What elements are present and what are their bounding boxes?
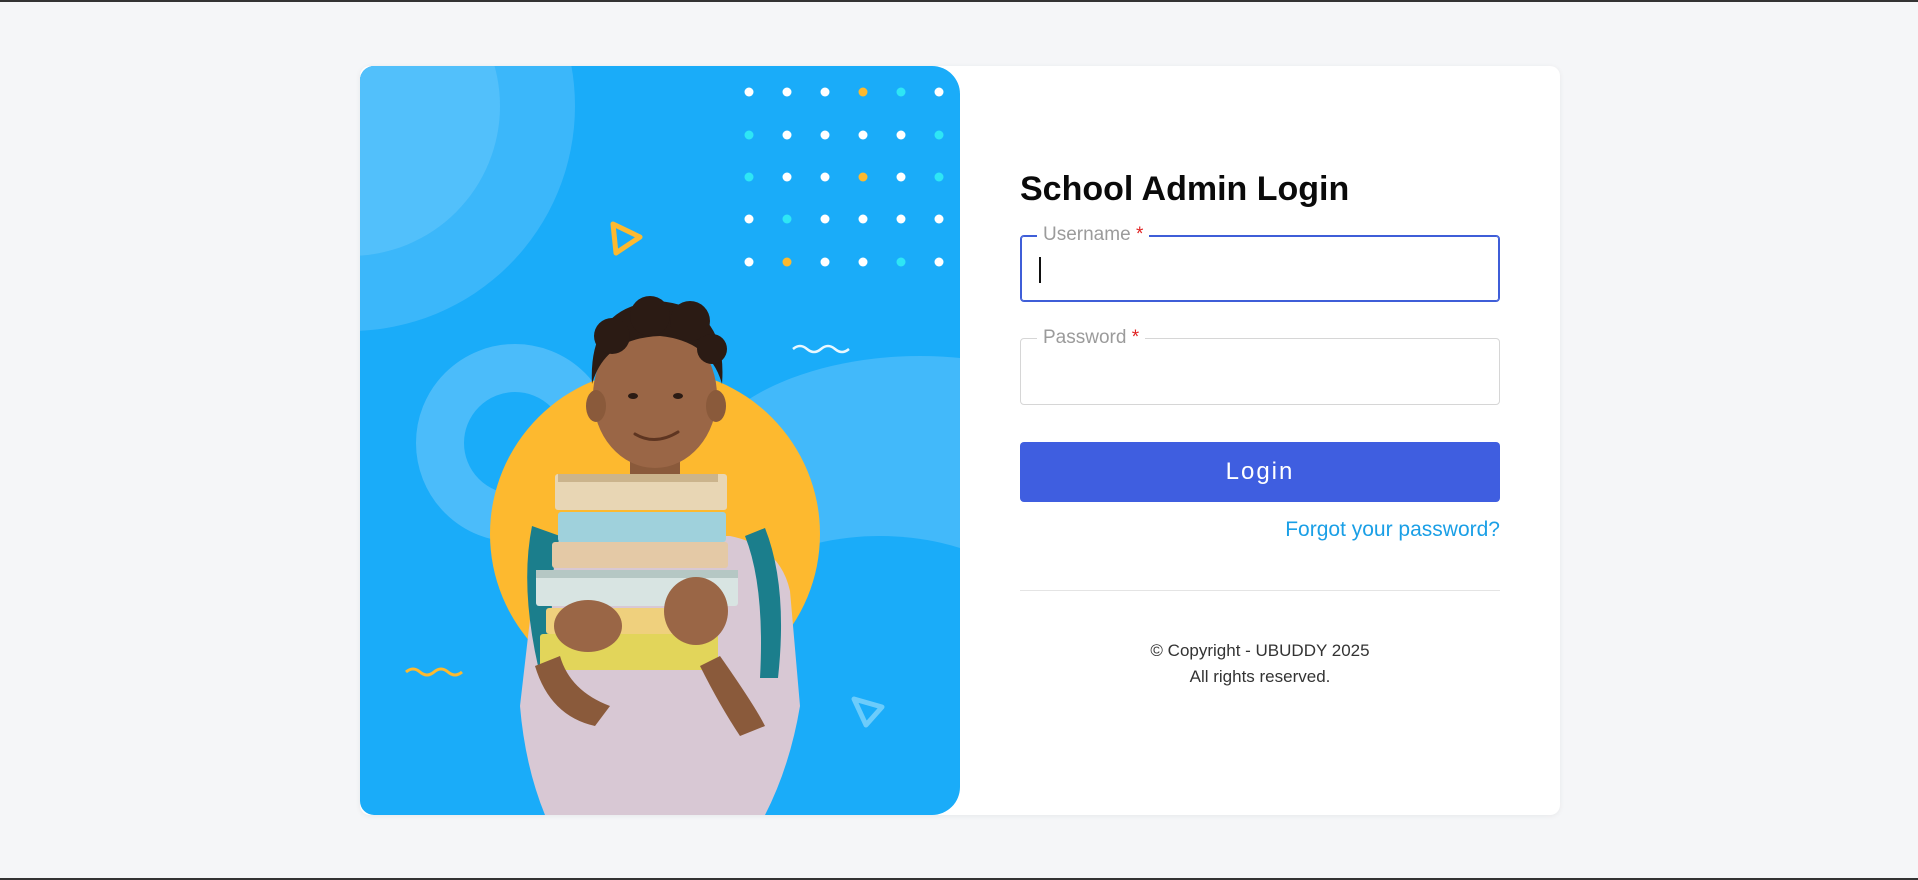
hero-panel bbox=[360, 66, 960, 815]
required-marker: * bbox=[1135, 224, 1144, 245]
decor-dot-grid bbox=[744, 87, 944, 267]
username-label-text: Username bbox=[1043, 224, 1131, 245]
username-field[interactable]: Username * bbox=[1020, 224, 1500, 302]
username-input[interactable] bbox=[1039, 252, 1483, 288]
decor-squiggle-yellow bbox=[405, 667, 463, 677]
password-label: Password * bbox=[1037, 327, 1146, 349]
username-label: Username * bbox=[1037, 224, 1150, 246]
decor-squiggle-white bbox=[792, 344, 850, 354]
decor-triangle-yellow bbox=[610, 221, 643, 256]
password-field[interactable]: Password * bbox=[1020, 327, 1500, 405]
text-cursor bbox=[1039, 257, 1041, 283]
page-title: School Admin Login bbox=[1020, 170, 1350, 208]
copyright: © Copyright - UBUDDY 2025 All rights res… bbox=[1020, 638, 1500, 690]
copyright-line: © Copyright - UBUDDY 2025 bbox=[1150, 641, 1370, 660]
hero-illustration bbox=[360, 66, 960, 815]
login-card: School Admin Login Username * Password *… bbox=[360, 66, 1560, 815]
window-top-border bbox=[0, 0, 1918, 2]
password-input[interactable] bbox=[1039, 355, 1483, 391]
forgot-password-link[interactable]: Forgot your password? bbox=[1285, 518, 1500, 542]
required-marker: * bbox=[1131, 327, 1140, 348]
password-label-text: Password bbox=[1043, 327, 1127, 348]
login-button[interactable]: Login bbox=[1020, 442, 1500, 502]
divider bbox=[1020, 590, 1500, 591]
rights-line: All rights reserved. bbox=[1189, 667, 1331, 686]
login-form: School Admin Login Username * Password *… bbox=[1020, 66, 1500, 815]
